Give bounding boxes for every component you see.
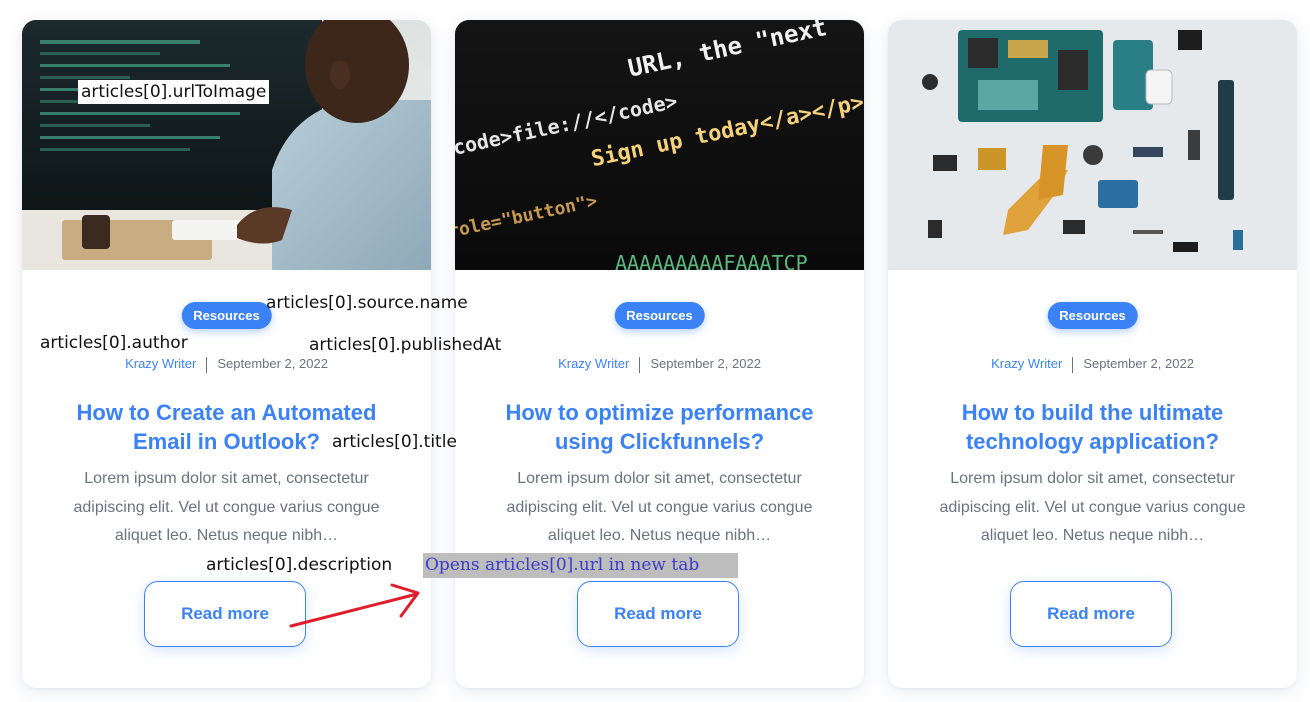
meta-divider <box>206 356 208 373</box>
article-description: Lorem ipsum dolor sit amet, consectetur … <box>73 470 380 544</box>
author-link[interactable]: Krazy Writer <box>558 356 629 371</box>
read-more-button[interactable]: Read more <box>577 581 739 647</box>
publish-date: September 2, 2022 <box>217 356 328 371</box>
article-card: URL, the "next <code>file://</code> Sign… <box>455 20 864 688</box>
article-image: URL, the "next <code>file://</code> Sign… <box>455 20 864 270</box>
code-screen-photo: URL, the "next <code>file://</code> Sign… <box>455 20 864 270</box>
article-card-grid: Resources Krazy Writer September 2, 2022 … <box>0 0 1310 702</box>
read-more-button[interactable]: Read more <box>1010 581 1172 647</box>
annotation-source-name: articles[0].source.name <box>266 293 468 313</box>
article-image <box>22 20 431 270</box>
article-meta: Krazy Writer September 2, 2022 <box>22 356 431 373</box>
article-description: Lorem ipsum dolor sit amet, consectetur … <box>506 470 813 544</box>
publish-date: September 2, 2022 <box>1083 356 1194 371</box>
annotation-url-to-image: articles[0].urlToImage <box>78 80 270 104</box>
annotation-title: articles[0].title <box>332 432 457 452</box>
article-description: Lorem ipsum dolor sit amet, consectetur … <box>939 470 1246 544</box>
author-link[interactable]: Krazy Writer <box>991 356 1062 371</box>
article-title[interactable]: How to build the ultimate technology app… <box>918 398 1267 456</box>
article-meta: Krazy Writer September 2, 2022 <box>455 356 864 373</box>
read-more-button[interactable]: Read more <box>144 581 306 647</box>
code-line-5: AAAAAAAAAFAAATCP <box>615 251 808 270</box>
author-link[interactable]: Krazy Writer <box>125 356 196 371</box>
article-title[interactable]: How to optimize performance using Clickf… <box>485 398 834 456</box>
annotation-description: articles[0].description <box>206 555 393 575</box>
meta-divider <box>1072 356 1074 373</box>
category-badge[interactable]: Resources <box>614 302 705 329</box>
article-image <box>888 20 1297 270</box>
publish-date: September 2, 2022 <box>650 356 761 371</box>
meta-divider <box>639 356 641 373</box>
category-badge[interactable]: Resources <box>181 302 272 329</box>
article-card: Resources Krazy Writer September 2, 2022 … <box>888 20 1297 688</box>
phone-parts-photo <box>888 20 1297 270</box>
annotation-url: Opens articles[0].url in new tab <box>423 553 738 578</box>
annotation-published-at: articles[0].publishedAt <box>309 335 502 355</box>
person-at-computer-photo <box>22 20 431 270</box>
annotation-author: articles[0].author <box>40 333 188 353</box>
category-badge[interactable]: Resources <box>1047 302 1138 329</box>
article-meta: Krazy Writer September 2, 2022 <box>888 356 1297 373</box>
